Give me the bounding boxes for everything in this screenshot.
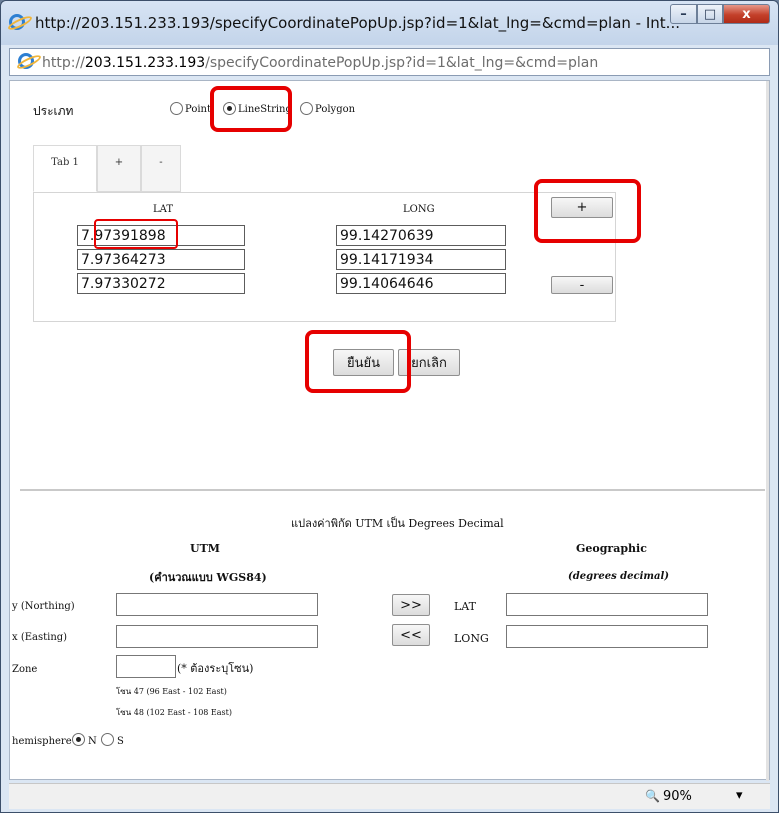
radio-polygon-label: Polygon (315, 104, 356, 115)
hemisphere-label: hemisphere (12, 736, 72, 747)
geographic-subheading: (degrees decimal) (568, 571, 670, 582)
zoom-menu-icon[interactable]: ▾ (736, 788, 743, 803)
easting-input[interactable] (116, 625, 318, 648)
radio-polygon[interactable] (300, 102, 313, 115)
geo-long-label: LONG (454, 632, 489, 645)
tab-remove[interactable]: - (141, 145, 181, 192)
zoom-level[interactable]: 90% (663, 789, 692, 804)
to-utm-button[interactable]: << (392, 624, 430, 646)
vertical-scrollbar[interactable] (766, 81, 769, 781)
northing-input[interactable] (116, 593, 318, 616)
long-input-2[interactable]: 99.14171934 (336, 249, 506, 270)
radio-point-label: Point (185, 104, 212, 115)
lat-input-2[interactable]: 7.97364273 (77, 249, 245, 270)
zone-47-note: โซน 47 (96 East - 102 East) (116, 687, 227, 696)
radio-point[interactable] (170, 102, 183, 115)
popup-window: http://203.151.233.193/specifyCoordinate… (0, 0, 779, 813)
address-url: http://203.151.233.193/specifyCoordinate… (42, 55, 598, 71)
section-divider (20, 489, 765, 491)
lat-header: LAT (153, 204, 173, 215)
radio-linestring[interactable] (223, 102, 236, 115)
geo-lat-input[interactable] (506, 593, 708, 616)
zone-48-note: โซน 48 (102 East - 108 East) (116, 708, 232, 717)
status-bar: 🔍 90% ▾ (9, 783, 770, 809)
radio-hemisphere-s[interactable] (101, 733, 114, 746)
cancel-button[interactable]: ยกเลิก (398, 349, 460, 376)
type-label: ประเภท (33, 104, 74, 118)
zoom-icon[interactable]: 🔍 (645, 789, 660, 803)
lat-input-3[interactable]: 7.97330272 (77, 273, 245, 294)
page-content: ประเภท Point LineString Polygon Tab 1 + … (9, 80, 770, 781)
radio-hemisphere-n[interactable] (72, 733, 85, 746)
converter-title: แปลงค่าพิกัด UTM เป็น Degrees Decimal (291, 517, 504, 530)
ie-page-icon (18, 53, 34, 69)
ie-icon (9, 14, 25, 30)
window-controls: – □ x (670, 4, 770, 24)
url-scheme: http:// (42, 55, 85, 71)
minimize-button[interactable]: – (670, 4, 697, 24)
zone-required-note: (* ต้องระบุโซน) (177, 662, 254, 675)
to-geographic-button[interactable]: >> (392, 594, 430, 616)
window-title: http://203.151.233.193/specifyCoordinate… (35, 14, 680, 32)
utm-heading: UTM (190, 542, 220, 555)
confirm-button[interactable]: ยืนยัน (333, 349, 394, 376)
url-host: 203.151.233.193 (84, 55, 206, 71)
maximize-button[interactable]: □ (697, 4, 723, 24)
tab-add[interactable]: + (97, 145, 141, 192)
easting-label: x (Easting) (12, 632, 68, 643)
utm-subheading: (คำนวณแบบ WGS84) (149, 571, 267, 584)
long-header: LONG (403, 204, 435, 215)
zone-input[interactable] (116, 655, 176, 678)
northing-label: y (Northing) (12, 601, 75, 612)
address-bar[interactable]: http://203.151.233.193/specifyCoordinate… (9, 48, 770, 76)
zone-label: Zone (12, 664, 38, 675)
add-row-button[interactable]: + (551, 197, 613, 218)
long-input-1[interactable]: 99.14270639 (336, 225, 506, 246)
tab-1[interactable]: Tab 1 (33, 145, 97, 192)
lat-input-1[interactable]: 7.97391898 (77, 225, 245, 246)
remove-row-button[interactable]: - (551, 276, 613, 294)
radio-linestring-label: LineString (238, 104, 292, 115)
geographic-heading: Geographic (576, 542, 647, 555)
hemisphere-n-label: N (88, 736, 97, 747)
geo-lat-label: LAT (454, 600, 476, 613)
geo-long-input[interactable] (506, 625, 708, 648)
hemisphere-s-label: S (117, 736, 124, 747)
close-button[interactable]: x (723, 4, 770, 24)
title-bar: http://203.151.233.193/specifyCoordinate… (1, 1, 778, 45)
url-path: /specifyCoordinatePopUp.jsp?id=1&lat_lng… (205, 55, 599, 71)
long-input-3[interactable]: 99.14064646 (336, 273, 506, 294)
